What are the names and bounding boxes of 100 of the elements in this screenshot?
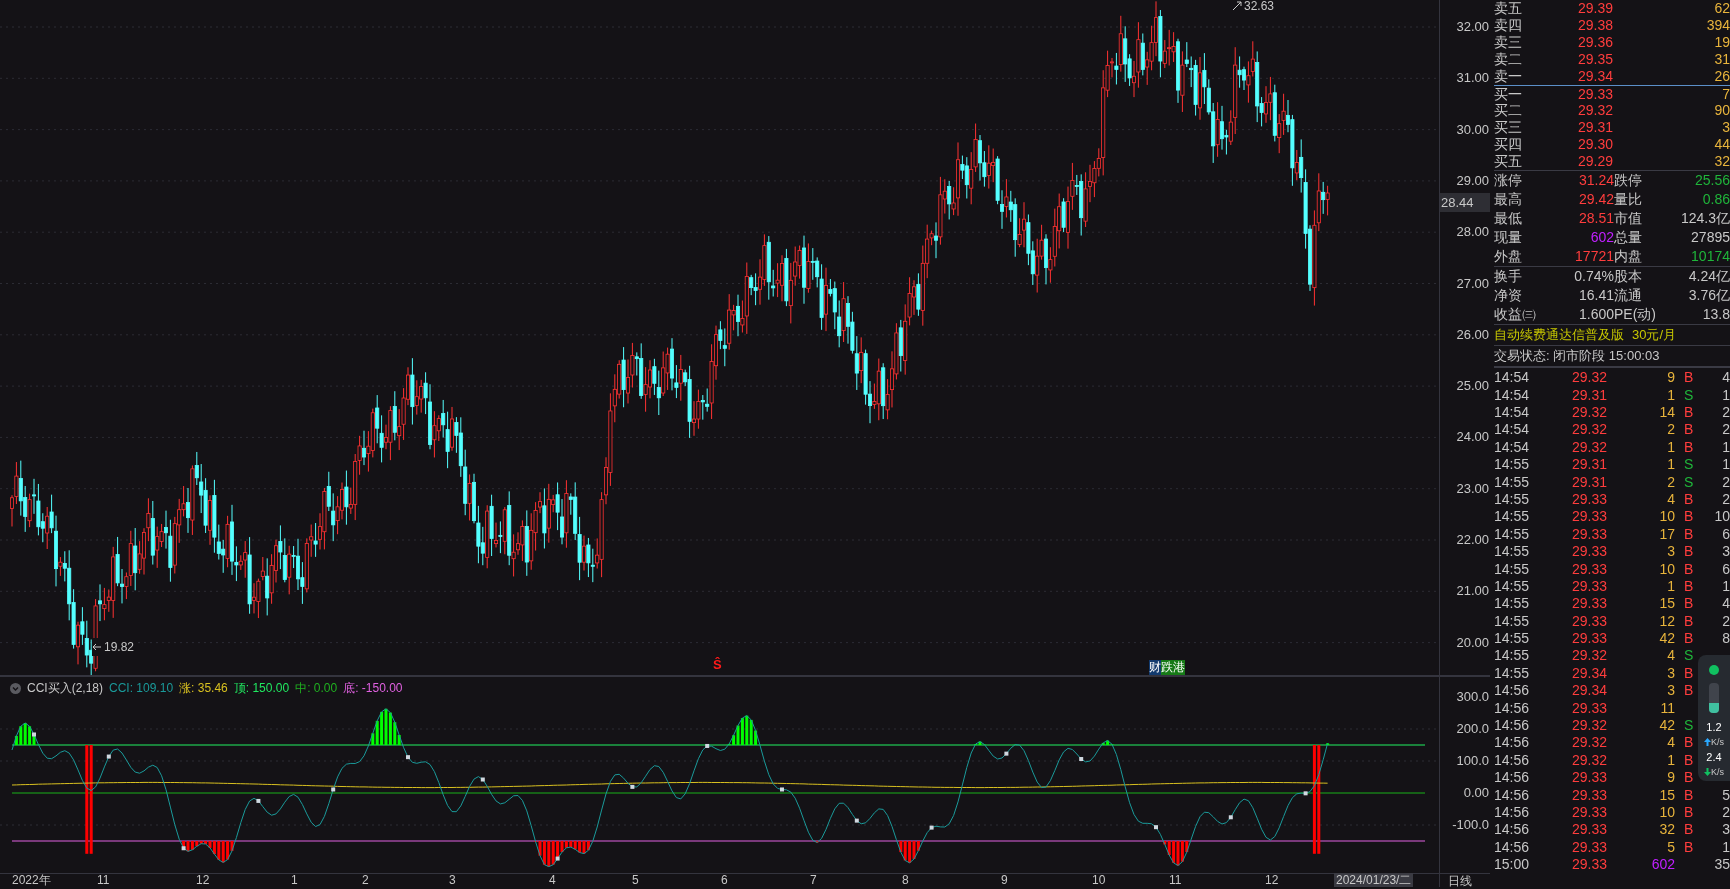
trade-count: 1 xyxy=(1722,386,1730,403)
date-axis-label: 5 xyxy=(632,873,639,887)
order-volume: 32 xyxy=(1713,152,1730,171)
trade-price: 29.33 xyxy=(1570,802,1607,822)
download-speed: 2.4 xyxy=(1706,751,1722,763)
order-price: 29.35 xyxy=(1576,50,1613,69)
trade-side: B xyxy=(1684,421,1694,438)
indicator-axis-label: 300.0 xyxy=(1456,688,1489,707)
order-level-label: 买四 xyxy=(1494,135,1523,154)
trade-volume: 17 xyxy=(1658,524,1675,544)
trade-price: 29.32 xyxy=(1570,420,1607,440)
trade-price: 29.32 xyxy=(1570,403,1607,422)
trade-price: 29.33 xyxy=(1570,507,1607,527)
stat-value: 13.8 xyxy=(1702,305,1730,324)
trade-volume: 10 xyxy=(1658,507,1675,527)
download-unit: K/s xyxy=(1711,767,1724,777)
trade-side: S xyxy=(1684,456,1694,473)
order-level-label: 卖五 xyxy=(1494,0,1523,18)
trade-time: 14:55 xyxy=(1494,559,1531,579)
stat-value: 602 xyxy=(1590,228,1614,247)
trade-volume: 15 xyxy=(1658,785,1675,805)
trade-side: B xyxy=(1684,786,1694,803)
promo-price[interactable]: 30元/月 xyxy=(1632,325,1677,345)
signal-marker: Ŝ xyxy=(713,658,722,671)
trade-volume: 15 xyxy=(1658,594,1675,614)
trade-time: 14:55 xyxy=(1494,542,1531,562)
trade-time: 14:55 xyxy=(1494,524,1531,544)
date-axis-label: 8 xyxy=(902,873,909,887)
order-level-label: 买三 xyxy=(1494,118,1523,137)
order-level-label: 卖一 xyxy=(1494,67,1523,86)
trading-status: 交易状态: 闭市阶段 15:00:03 xyxy=(1494,347,1660,366)
trade-price: 29.33 xyxy=(1570,855,1607,875)
low-price-label: 19.82 xyxy=(104,639,135,656)
news-tag[interactable]: 跌港 xyxy=(1161,660,1185,675)
trade-volume: 32 xyxy=(1658,820,1675,840)
trade-time: 14:56 xyxy=(1494,733,1531,753)
trade-side: B xyxy=(1684,525,1694,542)
price-axis-label: 23.00 xyxy=(1456,479,1489,498)
indicator-value: 底: -150.00 xyxy=(343,680,403,697)
trade-time: 14:55 xyxy=(1494,629,1531,649)
trade-volume: 3 xyxy=(1666,681,1675,701)
stat-value: 29.42 xyxy=(1578,190,1614,209)
stat-value: 0.86 xyxy=(1702,190,1730,209)
current-price-tag: 28.44 xyxy=(1440,193,1490,212)
order-level-label: 卖四 xyxy=(1494,16,1523,35)
stat-label: 换手 xyxy=(1494,267,1522,286)
pointer-icon xyxy=(1232,1,1242,11)
trade-count: 2 xyxy=(1722,612,1730,629)
trade-count: 2 xyxy=(1722,803,1730,820)
trade-side: B xyxy=(1684,821,1694,838)
stat-label: 跌停 xyxy=(1614,171,1642,190)
stat-label: PE(动) xyxy=(1614,305,1656,324)
trade-volume: 602 xyxy=(1650,855,1675,875)
trade-price: 29.33 xyxy=(1570,576,1607,596)
period-label[interactable]: 日线 xyxy=(1440,874,1490,887)
trade-volume: 1 xyxy=(1666,576,1675,596)
order-volume: 19 xyxy=(1713,33,1730,52)
trade-count: 10 xyxy=(1714,508,1730,525)
speed-widget[interactable]: 1.2 K/s 2.4 K/s xyxy=(1698,655,1730,781)
date-axis-label: 2 xyxy=(362,873,369,887)
trade-count: 3 xyxy=(1722,543,1730,560)
stat-value: 124.3亿 xyxy=(1680,209,1730,228)
trade-volume: 2 xyxy=(1666,420,1675,440)
stat-value: 27895 xyxy=(1691,228,1730,247)
indicator-value: CCI: 109.10 xyxy=(109,680,174,697)
order-price: 29.32 xyxy=(1576,101,1613,120)
trade-count: 1 xyxy=(1722,438,1730,455)
order-volume: 44 xyxy=(1713,135,1730,154)
order-price: 29.30 xyxy=(1576,135,1613,154)
trade-volume: 4 xyxy=(1666,489,1675,509)
order-price: 29.39 xyxy=(1576,0,1613,18)
trade-time: 14:54 xyxy=(1494,437,1531,457)
trade-volume: 5 xyxy=(1666,837,1675,857)
trade-count: 2 xyxy=(1722,473,1730,490)
trade-side: B xyxy=(1684,612,1694,629)
date-axis-label: 11 xyxy=(97,873,110,887)
trade-price: 29.33 xyxy=(1570,768,1607,788)
stat-label: 现量 xyxy=(1494,228,1522,247)
trade-time: 14:56 xyxy=(1494,698,1531,718)
trade-price: 29.33 xyxy=(1570,524,1607,544)
chevron-down-icon[interactable] xyxy=(10,682,21,694)
order-volume: 7 xyxy=(1721,84,1730,104)
trade-time: 14:56 xyxy=(1494,820,1531,840)
order-volume: 26 xyxy=(1713,67,1730,86)
order-volume: 3 xyxy=(1721,118,1730,137)
trade-price: 29.32 xyxy=(1570,646,1607,666)
trade-price: 29.32 xyxy=(1570,733,1607,753)
trade-volume: 4 xyxy=(1666,733,1675,753)
news-tag[interactable]: 财 xyxy=(1149,660,1161,675)
high-price-label: 32.63 xyxy=(1244,0,1275,15)
trade-count: 1 xyxy=(1722,456,1730,473)
date-axis-label: 3 xyxy=(449,873,456,887)
indicator-name[interactable]: CCI买入(2,18) xyxy=(27,679,103,697)
stat-value: 1.600 xyxy=(1578,305,1614,324)
promo-text[interactable]: 自动续费通达信普及版 xyxy=(1494,325,1624,345)
indicator-axis-label: 0.00 xyxy=(1463,784,1489,803)
trade-count: 6 xyxy=(1722,560,1730,577)
indicator-value: 涨: 35.46 xyxy=(179,680,228,697)
stat-label: 量比 xyxy=(1614,190,1642,209)
trade-time: 14:55 xyxy=(1494,594,1531,614)
